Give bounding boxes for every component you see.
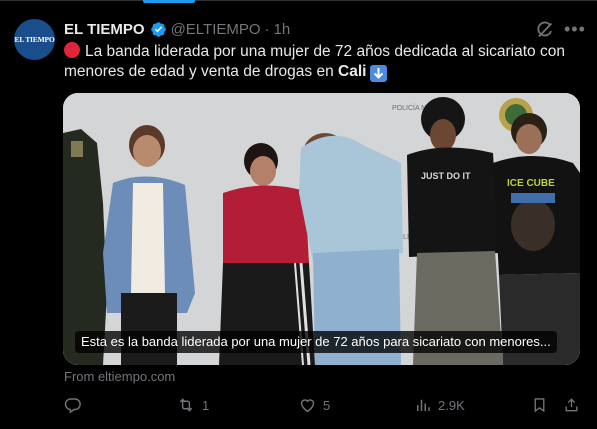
top-divider [0,0,597,1]
bookmark-button[interactable] [531,396,548,414]
card-photo: POLICÍA NACIONAL POLICÍA NACIONAL JUST D… [63,93,580,365]
reply-button[interactable] [64,396,88,414]
shirt-text-1: ICE CUBE [507,178,555,189]
card-caption: Esta es la banda liderada por una mujer … [75,331,557,353]
tweet-text-main: La banda liderada por una mujer de 72 añ… [64,43,565,80]
tweet-header: EL TIEMPO @ELTIEMPO · 1h [64,18,290,40]
like-button[interactable]: 5 [298,396,330,414]
person-2-shirt [223,185,309,263]
views-icon [414,396,432,414]
like-icon [298,396,317,414]
verified-badge-icon[interactable] [150,21,167,38]
tab-indicator [143,0,195,3]
link-card[interactable]: POLICÍA NACIONAL POLICÍA NACIONAL JUST D… [63,93,580,365]
down-arrow-emoji-icon [370,64,388,82]
share-icon [563,396,580,414]
views-count: 2.9K [438,397,465,413]
avatar[interactable]: EL TIEMPO [14,19,55,60]
account-handle[interactable]: @ELTIEMPO [171,21,261,38]
repost-button[interactable]: 1 [176,396,209,414]
person-4-shirt [407,147,499,257]
views-button[interactable]: 2.9K [414,396,465,414]
like-count: 5 [323,397,331,413]
card-source[interactable]: From eltiempo.com [64,369,175,384]
more-icon[interactable]: ••• [564,19,586,39]
tweet-text-bold[interactable]: Cali [338,63,366,80]
shirt-text-2: JUST DO IT [421,171,471,181]
grok-icon[interactable] [535,20,555,40]
account-name[interactable]: EL TIEMPO [64,21,145,38]
repost-count: 1 [202,397,210,413]
action-bar: 1 5 2.9K [0,396,597,420]
tweet-text: La banda liderada por una mujer de 72 añ… [64,42,584,82]
bookmark-icon [531,396,548,414]
reply-icon [64,396,82,414]
repost-icon [176,396,196,414]
share-button[interactable] [563,396,580,414]
red-circle-emoji-icon [64,42,80,58]
timestamp[interactable]: 1h [274,21,291,38]
separator-dot: · [264,20,270,38]
